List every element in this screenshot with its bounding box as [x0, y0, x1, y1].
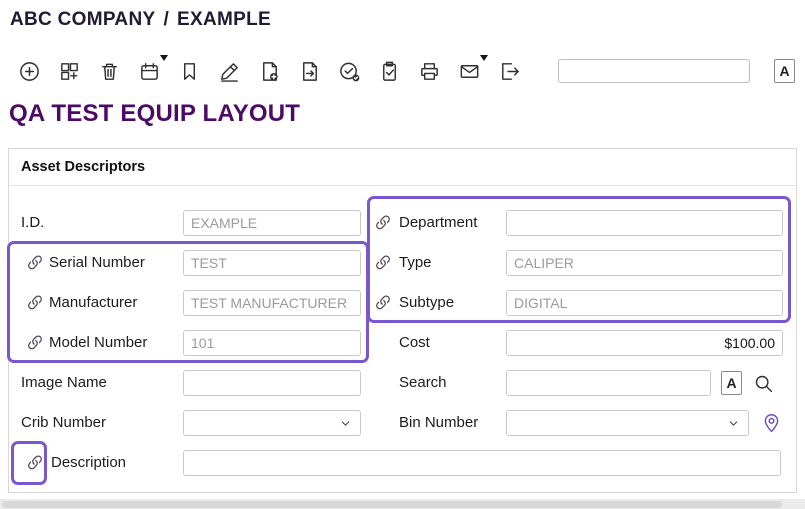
dropdown-caret-icon — [160, 55, 168, 61]
department-field[interactable] — [506, 210, 783, 236]
type-field[interactable] — [506, 250, 783, 276]
search-field[interactable] — [506, 370, 711, 396]
bin-number-select[interactable] — [506, 410, 749, 436]
cost-field[interactable] — [506, 330, 783, 356]
breadcrumb-separator: / — [163, 9, 169, 31]
email-icon[interactable] — [456, 58, 482, 84]
toolbar: A — [16, 54, 805, 88]
search-label: Search — [399, 370, 447, 396]
cost-label: Cost — [399, 330, 430, 356]
verify-icon[interactable] — [336, 58, 362, 84]
note-add-icon[interactable] — [256, 58, 282, 84]
id-label: I.D. — [21, 210, 44, 236]
horizontal-scrollbar-thumb[interactable] — [2, 501, 782, 508]
crib-number-label: Crib Number — [21, 410, 106, 436]
image-name-label: Image Name — [21, 370, 107, 396]
match-case-button[interactable]: A — [774, 59, 795, 83]
toolbar-search-input[interactable] — [558, 59, 750, 83]
department-label: Department — [399, 210, 477, 236]
link-icon[interactable] — [373, 293, 393, 313]
print-icon[interactable] — [416, 58, 442, 84]
add-icon[interactable] — [16, 58, 42, 84]
model-number-field[interactable] — [183, 330, 361, 356]
chevron-down-icon — [339, 417, 352, 430]
dropdown-caret-icon — [480, 55, 488, 61]
location-pin-icon[interactable] — [759, 410, 783, 436]
image-name-field[interactable] — [183, 370, 361, 396]
duplicate-icon[interactable] — [56, 58, 82, 84]
send-document-icon[interactable] — [296, 58, 322, 84]
model-number-label: Model Number — [49, 330, 147, 356]
serial-number-label: Serial Number — [49, 250, 145, 276]
manufacturer-label: Manufacturer — [49, 290, 137, 316]
breadcrumb-company[interactable]: ABC COMPANY — [10, 9, 155, 31]
crib-number-select[interactable] — [183, 410, 361, 436]
manufacturer-field[interactable] — [183, 290, 361, 316]
delete-icon[interactable] — [96, 58, 122, 84]
section-title: Asset Descriptors — [9, 149, 796, 186]
app-window: ABC COMPANY / EXAMPLE — [0, 0, 805, 509]
search-icon[interactable] — [751, 370, 775, 396]
checklist-icon[interactable] — [376, 58, 402, 84]
link-icon[interactable] — [25, 253, 45, 273]
link-icon[interactable] — [373, 253, 393, 273]
link-icon[interactable] — [373, 213, 393, 233]
chevron-down-icon — [727, 417, 740, 430]
horizontal-scrollbar[interactable] — [0, 499, 805, 509]
breadcrumb-record: EXAMPLE — [177, 9, 271, 31]
bin-number-label: Bin Number — [399, 410, 478, 436]
asset-descriptors-section: Asset Descriptors I.D. Department Serial… — [8, 148, 797, 493]
search-match-case-button[interactable]: A — [721, 371, 742, 395]
type-label: Type — [399, 250, 432, 276]
serial-number-field[interactable] — [183, 250, 361, 276]
subtype-field[interactable] — [506, 290, 783, 316]
link-icon[interactable] — [25, 453, 45, 473]
breadcrumb: ABC COMPANY / EXAMPLE — [10, 9, 271, 31]
page-title: QA TEST EQUIP LAYOUT — [9, 100, 300, 128]
link-icon[interactable] — [25, 293, 45, 313]
edit-icon[interactable] — [216, 58, 242, 84]
export-icon[interactable] — [496, 58, 522, 84]
bookmark-icon[interactable] — [176, 58, 202, 84]
subtype-label: Subtype — [399, 290, 454, 316]
link-icon[interactable] — [25, 333, 45, 353]
description-label: Description — [51, 450, 126, 476]
schedule-icon[interactable] — [136, 58, 162, 84]
id-field[interactable] — [183, 210, 361, 236]
description-field[interactable] — [183, 450, 781, 476]
